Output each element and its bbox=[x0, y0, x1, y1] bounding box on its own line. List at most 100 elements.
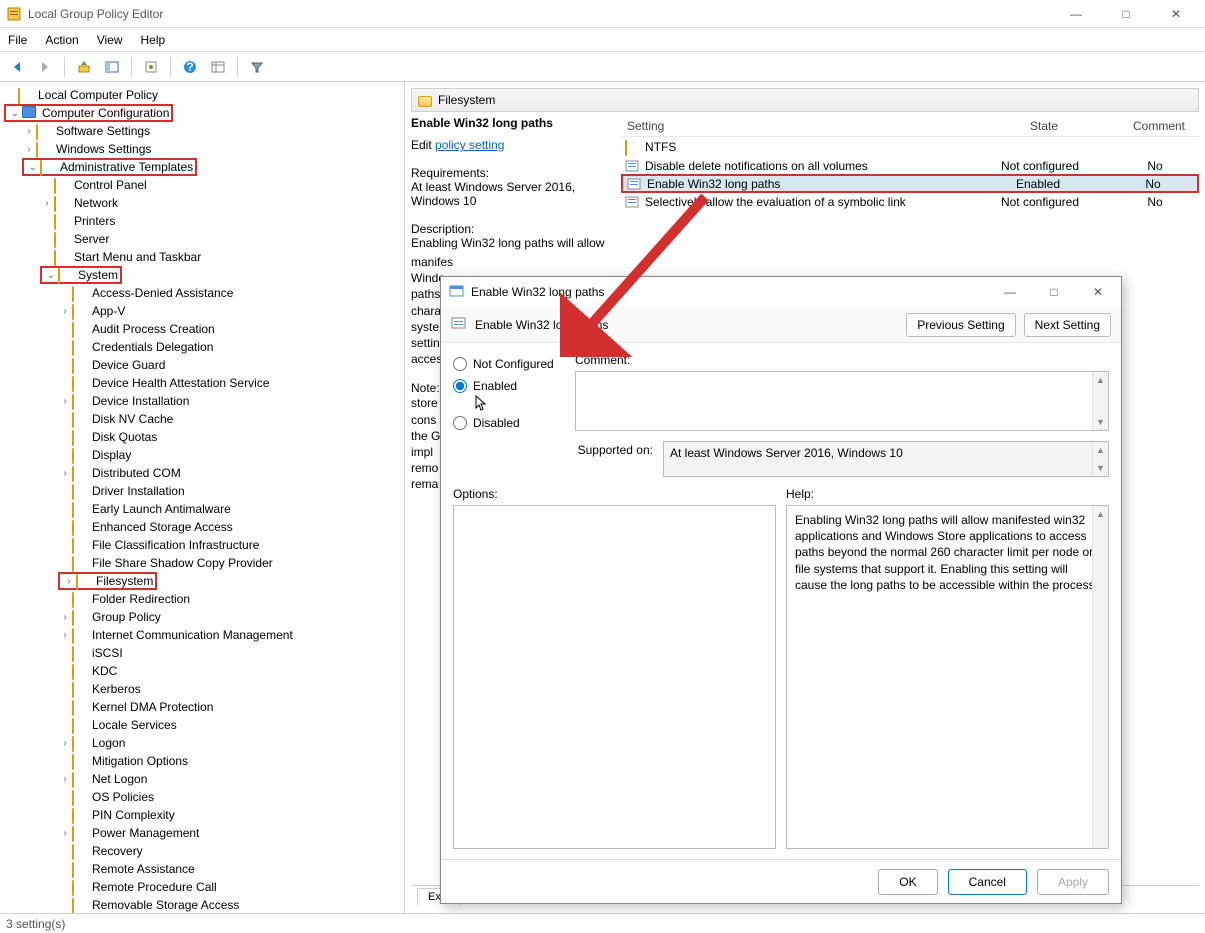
tree-item[interactable]: Device Guard bbox=[0, 356, 404, 374]
dialog-maximize-button[interactable]: □ bbox=[1039, 285, 1069, 299]
tree-item[interactable]: PIN Complexity bbox=[0, 806, 404, 824]
tree-item[interactable]: Audit Process Creation bbox=[0, 320, 404, 338]
tree-item[interactable]: Mitigation Options bbox=[0, 752, 404, 770]
col-state[interactable]: State bbox=[969, 116, 1119, 136]
list-button[interactable] bbox=[207, 56, 229, 78]
radio-disabled[interactable]: Disabled bbox=[453, 416, 563, 430]
tree-item[interactable]: Device Installation bbox=[0, 392, 404, 410]
tree-item[interactable]: Disk NV Cache bbox=[0, 410, 404, 428]
tree-item[interactable]: Logon bbox=[0, 734, 404, 752]
previous-setting-button[interactable]: Previous Setting bbox=[906, 313, 1015, 337]
tree-item[interactable]: Locale Services bbox=[0, 716, 404, 734]
tree-item[interactable]: Net Logon bbox=[0, 770, 404, 788]
ok-button[interactable]: OK bbox=[878, 869, 937, 895]
list-row[interactable]: NTFS bbox=[621, 137, 1199, 156]
list-header: Setting State Comment bbox=[621, 116, 1199, 137]
tree-item[interactable]: Network bbox=[0, 194, 404, 212]
tree-item[interactable]: Windows Settings bbox=[0, 140, 404, 158]
help-label: Help: bbox=[786, 487, 1109, 501]
tree-item[interactable]: Control Panel bbox=[0, 176, 404, 194]
tree-item[interactable]: System bbox=[0, 266, 404, 284]
help-button[interactable]: ? bbox=[179, 56, 201, 78]
tree-item[interactable]: Software Settings bbox=[0, 122, 404, 140]
tree-item[interactable]: Power Management bbox=[0, 824, 404, 842]
menu-file[interactable]: File bbox=[8, 33, 27, 47]
col-setting[interactable]: Setting bbox=[621, 116, 969, 136]
filter-button[interactable] bbox=[246, 56, 268, 78]
tree-item[interactable]: Remote Assistance bbox=[0, 860, 404, 878]
setting-comment: No bbox=[1113, 177, 1193, 191]
tree-item[interactable]: File Classification Infrastructure bbox=[0, 536, 404, 554]
edit-prefix: Edit bbox=[411, 138, 435, 152]
tree-item[interactable]: Device Health Attestation Service bbox=[0, 374, 404, 392]
forward-button[interactable] bbox=[34, 56, 56, 78]
close-button[interactable]: ✕ bbox=[1161, 7, 1191, 21]
tree-item[interactable]: Printers bbox=[0, 212, 404, 230]
description-text: Enabling Win32 long paths will allow bbox=[411, 236, 613, 250]
tree-item[interactable]: Early Launch Antimalware bbox=[0, 500, 404, 518]
app-icon bbox=[6, 6, 22, 22]
tree-item[interactable]: Group Policy bbox=[0, 608, 404, 626]
tree-item[interactable]: Server bbox=[0, 230, 404, 248]
settings-list[interactable]: NTFSDisable delete notifications on all … bbox=[621, 137, 1199, 211]
statusbar: 3 setting(s) bbox=[0, 913, 1205, 933]
tree-item-label: Remote Procedure Call bbox=[92, 880, 217, 894]
show-hide-tree-button[interactable] bbox=[101, 56, 123, 78]
next-setting-button[interactable]: Next Setting bbox=[1024, 313, 1111, 337]
tree-item[interactable]: Local Computer Policy bbox=[0, 86, 404, 104]
list-row[interactable]: Disable delete notifications on all volu… bbox=[621, 156, 1199, 175]
tree-item[interactable]: Start Menu and Taskbar bbox=[0, 248, 404, 266]
list-row[interactable]: Enable Win32 long pathsEnabledNo bbox=[621, 174, 1199, 193]
maximize-button[interactable]: □ bbox=[1111, 7, 1141, 21]
tree-item[interactable]: Removable Storage Access bbox=[0, 896, 404, 913]
tree-item[interactable]: Internet Communication Management bbox=[0, 626, 404, 644]
radio-not-configured[interactable]: Not Configured bbox=[453, 357, 563, 371]
tree-item[interactable]: File Share Shadow Copy Provider bbox=[0, 554, 404, 572]
folder-icon bbox=[58, 268, 74, 282]
comment-textarea[interactable]: ▲▼ bbox=[575, 371, 1109, 431]
tree-item[interactable]: Display bbox=[0, 446, 404, 464]
tree-item[interactable]: Kerberos bbox=[0, 680, 404, 698]
tree-item[interactable]: App-V bbox=[0, 302, 404, 320]
folder-icon bbox=[72, 430, 88, 444]
up-button[interactable] bbox=[73, 56, 95, 78]
tree-pane[interactable]: Local Computer PolicyComputer Configurat… bbox=[0, 82, 405, 913]
minimize-button[interactable]: ― bbox=[1061, 7, 1091, 21]
back-button[interactable] bbox=[6, 56, 28, 78]
tree-item[interactable]: Folder Redirection bbox=[0, 590, 404, 608]
tree-item[interactable]: Filesystem bbox=[0, 572, 404, 590]
tree-item[interactable]: Computer Configuration bbox=[0, 104, 404, 122]
tree-item-label: Device Health Attestation Service bbox=[92, 376, 269, 390]
menu-help[interactable]: Help bbox=[141, 33, 166, 47]
tree-item[interactable]: Driver Installation bbox=[0, 482, 404, 500]
menu-view[interactable]: View bbox=[97, 33, 123, 47]
tree-item[interactable]: Kernel DMA Protection bbox=[0, 698, 404, 716]
tree-item[interactable]: Credentials Delegation bbox=[0, 338, 404, 356]
dialog-minimize-button[interactable]: ― bbox=[995, 285, 1025, 299]
tree-item[interactable]: Disk Quotas bbox=[0, 428, 404, 446]
tree-item[interactable]: Distributed COM bbox=[0, 464, 404, 482]
folder-icon bbox=[72, 610, 88, 624]
folder-icon bbox=[54, 214, 70, 228]
col-comment[interactable]: Comment bbox=[1119, 116, 1199, 136]
list-row[interactable]: Selectively allow the evaluation of a sy… bbox=[621, 192, 1199, 211]
folder-icon bbox=[418, 96, 432, 107]
dialog-titlebar: Enable Win32 long paths ― □ ✕ bbox=[441, 277, 1121, 307]
folder-icon bbox=[72, 844, 88, 858]
radio-enabled[interactable]: Enabled bbox=[453, 379, 563, 393]
folder-icon bbox=[54, 250, 70, 264]
tree-item[interactable]: iSCSI bbox=[0, 644, 404, 662]
tree-item[interactable]: OS Policies bbox=[0, 788, 404, 806]
dialog-close-button[interactable]: ✕ bbox=[1083, 285, 1113, 299]
apply-button[interactable]: Apply bbox=[1037, 869, 1109, 895]
menu-action[interactable]: Action bbox=[45, 33, 78, 47]
cancel-button[interactable]: Cancel bbox=[948, 869, 1027, 895]
tree-item[interactable]: Enhanced Storage Access bbox=[0, 518, 404, 536]
properties-button[interactable] bbox=[140, 56, 162, 78]
edit-policy-link[interactable]: policy setting bbox=[435, 138, 504, 152]
tree-item[interactable]: KDC bbox=[0, 662, 404, 680]
tree-item[interactable]: Recovery bbox=[0, 842, 404, 860]
tree-item[interactable]: Administrative Templates bbox=[0, 158, 404, 176]
tree-item[interactable]: Access-Denied Assistance bbox=[0, 284, 404, 302]
tree-item[interactable]: Remote Procedure Call bbox=[0, 878, 404, 896]
